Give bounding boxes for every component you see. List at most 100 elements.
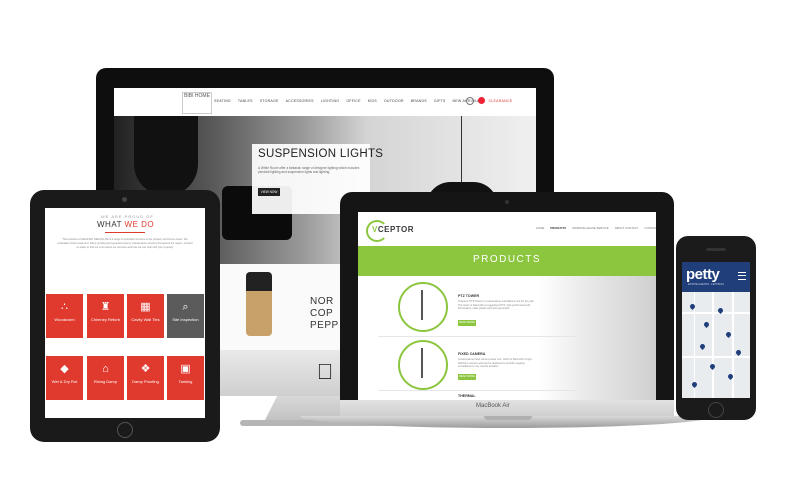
nav-item[interactable]: STORAGE: [260, 99, 279, 103]
apple-logo-icon: : [314, 360, 336, 384]
property-map[interactable]: [682, 292, 750, 398]
shield-icon: ❖: [140, 363, 151, 375]
pepper-mill-image: [246, 272, 272, 336]
intro-paragraph: The business of GRAPHIC DESIGN offers a …: [57, 238, 193, 249]
nav-item[interactable]: HOME: [536, 226, 544, 230]
service-tile[interactable]: ♜ Chimney Refurb: [87, 294, 124, 338]
product-title[interactable]: PTZ TOWER: [458, 294, 479, 298]
bucket-icon: ▣: [180, 363, 191, 375]
map-road: [732, 292, 734, 398]
hamburger-menu-icon[interactable]: [738, 272, 746, 280]
service-tile[interactable]: ▣ Tanking: [167, 356, 204, 400]
nav-item[interactable]: ACCESSORIES: [286, 99, 314, 103]
service-tile-label: Damp Proofing: [132, 379, 159, 384]
nav-item-clearance[interactable]: CLEARANCE: [489, 99, 513, 103]
nav-item[interactable]: BRANDS: [411, 99, 427, 103]
petty-header: petty ESTATE AGENTS · LETTINGS: [682, 262, 750, 292]
service-tile[interactable]: ⌂ Rising Damp: [87, 356, 124, 400]
nav-item[interactable]: PRODUCTS: [550, 226, 566, 230]
nav-item[interactable]: INTERNAL/LEASE SERVICE: [572, 226, 609, 230]
camera-icon: [505, 200, 509, 204]
promo-text: NOR COP PEPP: [310, 296, 339, 332]
product-image-circle[interactable]: [398, 282, 448, 332]
nav-item[interactable]: CONTACT: [644, 226, 656, 230]
service-tile[interactable]: ◆ Wet & Dry Rot: [46, 356, 83, 400]
map-pin-icon[interactable]: [690, 380, 699, 389]
service-tile-label: Tanking: [178, 379, 193, 384]
promo-line: COP: [310, 308, 334, 319]
speaker-grille: [706, 248, 726, 251]
promo-line: NOR: [310, 296, 334, 307]
service-tile[interactable]: ⌕ Site Inspection: [167, 294, 204, 338]
product-image-circle[interactable]: [398, 340, 448, 390]
view-now-button[interactable]: VIEW NOW: [258, 188, 280, 196]
home-button[interactable]: [117, 422, 133, 438]
nav-item[interactable]: LIGHTING: [321, 99, 340, 103]
service-tile-label: Site Inspection: [172, 317, 199, 322]
service-tile[interactable]: ▦ Cavity Wall Ties: [127, 294, 164, 338]
imac-site-navbar: BIBI HOME SEATING TABLES STORAGE ACCESSORIE…: [114, 88, 536, 117]
map-pin-icon[interactable]: [734, 348, 743, 357]
ptz-tower-image: [421, 290, 423, 320]
house-icon: ⌂: [102, 363, 109, 375]
vceptor-header: VCEPTOR HOME PRODUCTS INTERNAL/LEASE SERVI…: [358, 212, 656, 246]
fixed-camera-image: [421, 348, 423, 378]
search-icon[interactable]: [466, 97, 474, 105]
product-title[interactable]: FIXED CAMERA: [458, 352, 485, 356]
hero-description: A White Room offer a fantastic range of …: [258, 166, 360, 174]
vceptor-logo[interactable]: VCEPTOR: [372, 225, 414, 234]
drop-icon: ◆: [60, 363, 69, 375]
logo-word: CEPTOR: [377, 225, 415, 234]
chimney-icon: ♜: [100, 301, 111, 313]
read-more-button[interactable]: READ MORE: [458, 374, 476, 380]
read-more-button[interactable]: READ MORE: [458, 320, 476, 326]
wall-icon: ▦: [140, 301, 151, 313]
vceptor-nav-menu: HOME PRODUCTS INTERNAL/LEASE SERVICE ABOUT …: [536, 226, 656, 230]
nav-item[interactable]: SEATING: [214, 99, 231, 103]
service-tile-label: Rising Damp: [94, 379, 117, 384]
divider: [378, 336, 576, 337]
section-eyebrow: WE ARE PROUD OF: [101, 214, 154, 219]
map-road: [682, 312, 750, 314]
service-tile[interactable]: ∴ Woodworm: [46, 294, 83, 338]
products-banner-title: PRODUCTS: [472, 254, 542, 265]
nav-item[interactable]: OFFICE: [346, 99, 360, 103]
ipad-screen: WE ARE PROUD OF WHAT WE DO The business …: [45, 208, 205, 418]
nav-item[interactable]: ABOUT CONTACT: [615, 226, 639, 230]
macbook-label: MacBook Air: [476, 403, 510, 409]
map-pin-icon[interactable]: [724, 330, 733, 339]
nav-item[interactable]: GIFTS: [434, 99, 446, 103]
petty-logo[interactable]: petty: [686, 266, 720, 283]
map-pin-icon[interactable]: [698, 342, 707, 351]
section-heading: WHAT WE DO: [97, 220, 154, 229]
hero-title: SUSPENSION LIGHTS: [258, 148, 384, 160]
dots-icon: ∴: [61, 301, 68, 313]
service-tile[interactable]: ❖ Damp Proofing: [127, 356, 164, 400]
petty-subtitle: ESTATE AGENTS · LETTINGS: [688, 283, 724, 286]
cart-icon[interactable]: [478, 97, 485, 104]
site-workers-background-image: [538, 276, 656, 400]
iphone-screen: petty ESTATE AGENTS · LETTINGS: [682, 262, 750, 398]
macbook-screen: VCEPTOR HOME PRODUCTS INTERNAL/LEASE SERVI…: [358, 212, 656, 400]
pendant-lamp-image: [134, 116, 198, 196]
heading-accent: WE DO: [124, 220, 155, 229]
product-title[interactable]: THERMAL: [458, 394, 476, 398]
nav-item[interactable]: TABLES: [238, 99, 253, 103]
divider: [378, 390, 576, 391]
map-pin-icon[interactable]: [708, 362, 717, 371]
magnifier-icon: ⌕: [182, 301, 189, 313]
imac-site-logo[interactable]: BIBI HOME: [182, 92, 212, 114]
macbook-notch: [484, 416, 532, 420]
service-tile-label: Cavity Wall Ties: [131, 317, 160, 322]
home-button[interactable]: [708, 402, 724, 418]
heading-underline: [105, 232, 145, 233]
map-pin-icon[interactable]: [702, 320, 711, 329]
map-road: [682, 356, 750, 358]
service-tile-label: Woodworm: [54, 317, 75, 322]
promo-line: PEPP: [310, 320, 339, 331]
nav-item[interactable]: OUTDOOR: [384, 99, 404, 103]
product-description: Vceptor's PTZ Tower is a stand-alone sur…: [458, 300, 535, 311]
service-tile-label: Chimney Refurb: [91, 317, 120, 322]
nav-item[interactable]: KIDS: [368, 99, 377, 103]
service-tile-label: Wet & Dry Rot: [51, 379, 78, 384]
